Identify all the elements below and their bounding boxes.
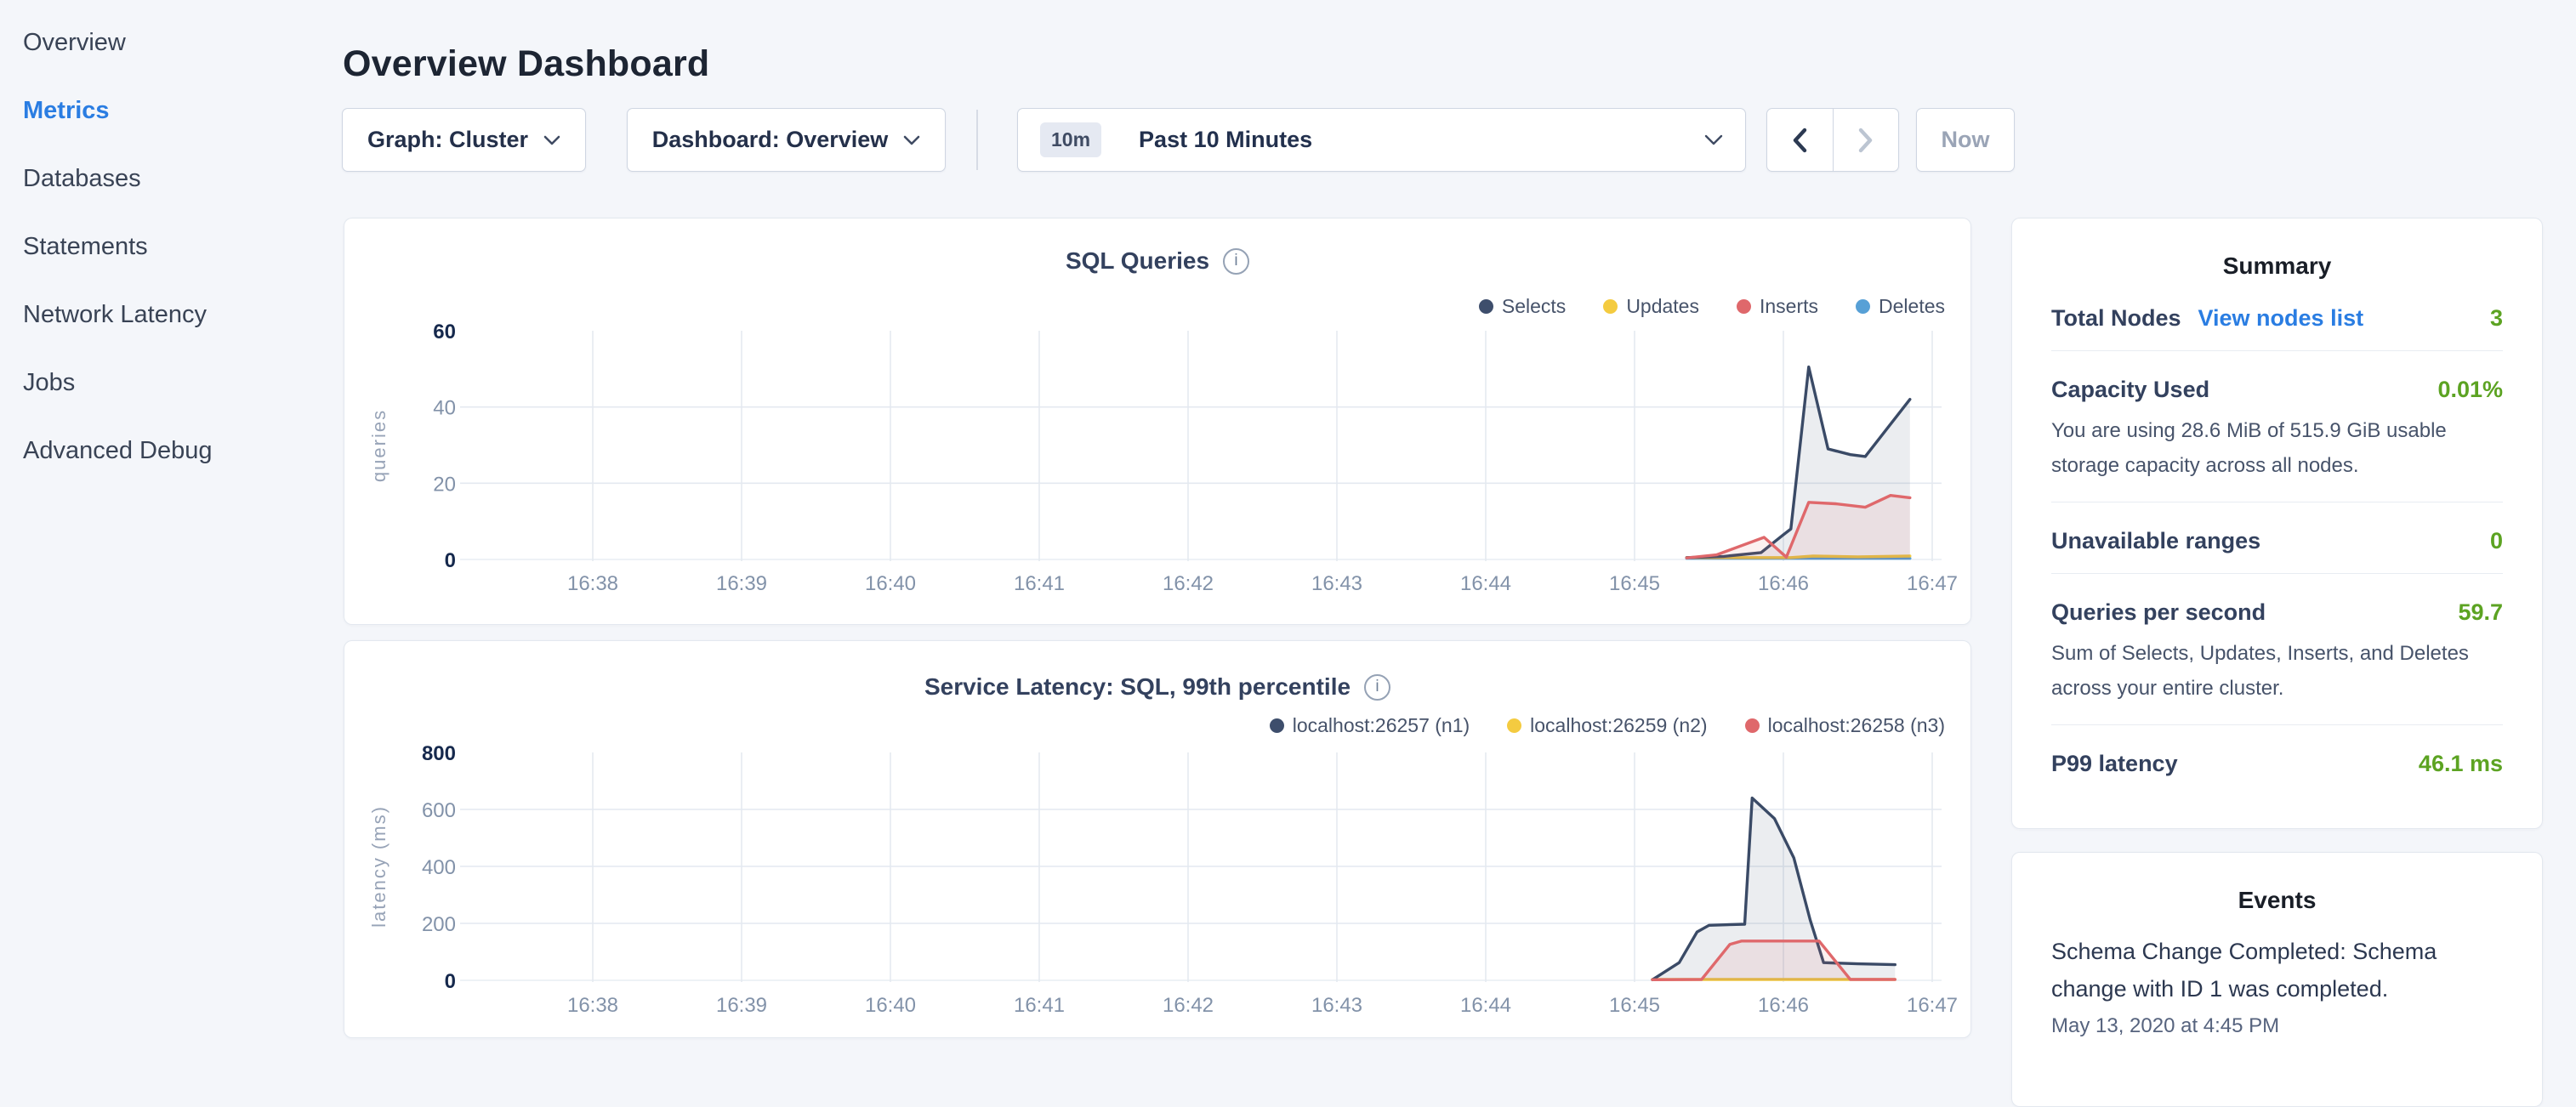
svg-text:16:43: 16:43 bbox=[1311, 994, 1362, 1017]
time-range-dropdown[interactable]: 10m Past 10 Minutes bbox=[1017, 108, 1746, 172]
svg-text:200: 200 bbox=[422, 913, 456, 936]
svg-text:16:40: 16:40 bbox=[865, 994, 916, 1017]
summary-row-label: Total Nodes bbox=[2051, 305, 2181, 332]
previous-timespan-button[interactable] bbox=[1767, 109, 1833, 171]
svg-text:800: 800 bbox=[422, 742, 456, 765]
sidebar-item-advanced-debug[interactable]: Advanced Debug bbox=[0, 417, 340, 485]
svg-text:16:42: 16:42 bbox=[1163, 994, 1214, 1017]
event-timestamp: May 13, 2020 at 4:45 PM bbox=[2051, 1014, 2503, 1038]
toolbar-divider bbox=[976, 110, 978, 170]
summary-row: Capacity Used 0.01% You are using 28.6 MiB… bbox=[2051, 351, 2503, 502]
sidebar-item-databases[interactable]: Databases bbox=[0, 145, 340, 213]
events-title: Events bbox=[2012, 887, 2542, 914]
summary-row-label: Capacity Used bbox=[2051, 377, 2209, 403]
page-title: Overview Dashboard bbox=[343, 43, 709, 85]
sidebar-item-label: Advanced Debug bbox=[23, 437, 213, 465]
sidebar-item-label: Jobs bbox=[23, 369, 75, 397]
view-nodes-list-link[interactable]: View nodes list bbox=[2198, 305, 2364, 332]
event-item[interactable]: Schema Change Completed: Schema change w… bbox=[2012, 914, 2542, 1038]
summary-row-description: You are using 28.6 MiB of 515.9 GiB usab… bbox=[2051, 413, 2503, 483]
summary-row: Queries per second 59.7 Sum of Selects, Up… bbox=[2051, 574, 2503, 725]
graph-dropdown[interactable]: Graph: Cluster bbox=[342, 108, 586, 172]
summary-row-label: Unavailable ranges bbox=[2051, 528, 2260, 554]
sidebar-item-metrics[interactable]: Metrics bbox=[0, 77, 340, 145]
svg-text:16:43: 16:43 bbox=[1311, 572, 1362, 595]
sql-queries-chart-card: SQL Queries SelectsUpdatesInsertsDeletes… bbox=[344, 218, 1971, 625]
sidebar-item-label: Network Latency bbox=[23, 301, 207, 329]
svg-text:0: 0 bbox=[445, 549, 456, 572]
svg-text:40: 40 bbox=[433, 397, 456, 420]
svg-text:16:45: 16:45 bbox=[1609, 572, 1660, 595]
summary-row: P99 latency 46.1 ms bbox=[2051, 725, 2503, 796]
summary-row-value: 3 bbox=[2490, 305, 2503, 332]
service-latency-chart-card: Service Latency: SQL, 99th percentile lo… bbox=[344, 640, 1971, 1038]
svg-text:16:44: 16:44 bbox=[1460, 572, 1511, 595]
svg-text:16:47: 16:47 bbox=[1907, 994, 1958, 1017]
svg-text:16:45: 16:45 bbox=[1609, 994, 1660, 1017]
time-range-badge: 10m bbox=[1040, 122, 1101, 157]
summary-row-value: 0.01% bbox=[2437, 377, 2503, 403]
sidebar-item-label: Overview bbox=[23, 29, 126, 57]
svg-text:16:47: 16:47 bbox=[1907, 572, 1958, 595]
summary-row-label: Queries per second bbox=[2051, 599, 2266, 626]
svg-text:latency (ms): latency (ms) bbox=[368, 805, 390, 928]
time-step-buttons bbox=[1766, 108, 1899, 172]
now-button-label: Now bbox=[1942, 127, 1990, 153]
sql-queries-chart[interactable]: 16:38 16:39 16:40 16:41 16:42 16:43 16:44 16:45… bbox=[344, 219, 1972, 626]
chevron-left-icon bbox=[1792, 128, 1807, 153]
svg-text:16:46: 16:46 bbox=[1758, 994, 1809, 1017]
svg-text:20: 20 bbox=[433, 473, 456, 496]
sidebar-item-network-latency[interactable]: Network Latency bbox=[0, 281, 340, 349]
svg-text:16:46: 16:46 bbox=[1758, 572, 1809, 595]
svg-text:60: 60 bbox=[433, 321, 456, 343]
svg-text:0: 0 bbox=[445, 970, 456, 993]
summary-row-value: 46.1 ms bbox=[2419, 751, 2503, 777]
event-text: Schema Change Completed: Schema change w… bbox=[2051, 933, 2503, 1008]
sidebar-item-label: Statements bbox=[23, 233, 148, 261]
svg-text:queries: queries bbox=[368, 409, 390, 482]
chevron-right-icon bbox=[1858, 128, 1874, 153]
svg-text:600: 600 bbox=[422, 799, 456, 822]
svg-text:16:44: 16:44 bbox=[1460, 994, 1511, 1017]
events-panel: Events Schema Change Completed: Schema c… bbox=[2011, 852, 2543, 1107]
sidebar-item-jobs[interactable]: Jobs bbox=[0, 349, 340, 417]
chevron-down-icon bbox=[903, 135, 920, 145]
svg-text:16:41: 16:41 bbox=[1014, 994, 1065, 1017]
dashboard-dropdown-label: Dashboard: Overview bbox=[652, 127, 889, 153]
now-button[interactable]: Now bbox=[1916, 108, 2015, 172]
svg-text:16:42: 16:42 bbox=[1163, 572, 1214, 595]
svg-text:400: 400 bbox=[422, 856, 456, 879]
summary-row-description: Sum of Selects, Updates, Inserts, and De… bbox=[2051, 636, 2503, 706]
summary-row: Unavailable ranges 0 bbox=[2051, 502, 2503, 574]
sidebar-item-label: Metrics bbox=[23, 97, 110, 125]
svg-text:16:38: 16:38 bbox=[567, 994, 618, 1017]
summary-row-label: P99 latency bbox=[2051, 751, 2178, 777]
svg-text:16:41: 16:41 bbox=[1014, 572, 1065, 595]
chevron-down-icon bbox=[1704, 134, 1723, 145]
svg-text:16:39: 16:39 bbox=[716, 572, 767, 595]
summary-panel: Summary Total Nodes View nodes list 3 Capac… bbox=[2011, 218, 2543, 829]
sidebar-item-label: Databases bbox=[23, 165, 141, 193]
sidebar: Overview Metrics Databases Statements Networ… bbox=[0, 0, 340, 1051]
sidebar-item-statements[interactable]: Statements bbox=[0, 213, 340, 281]
summary-row: Total Nodes View nodes list 3 bbox=[2051, 280, 2503, 351]
svg-text:16:39: 16:39 bbox=[716, 994, 767, 1017]
summary-row-value: 59.7 bbox=[2458, 599, 2503, 626]
time-range-label: Past 10 Minutes bbox=[1139, 127, 1312, 153]
sidebar-item-overview[interactable]: Overview bbox=[0, 9, 340, 77]
summary-title: Summary bbox=[2012, 253, 2542, 280]
summary-row-value: 0 bbox=[2490, 528, 2503, 554]
svg-text:16:38: 16:38 bbox=[567, 572, 618, 595]
graph-dropdown-label: Graph: Cluster bbox=[367, 127, 528, 153]
chevron-down-icon bbox=[543, 135, 560, 145]
next-timespan-button[interactable] bbox=[1833, 109, 1899, 171]
dashboard-dropdown[interactable]: Dashboard: Overview bbox=[627, 108, 946, 172]
service-latency-chart[interactable]: 16:38 16:39 16:40 16:41 16:42 16:43 16:44 16:45… bbox=[344, 641, 1972, 1039]
svg-text:16:40: 16:40 bbox=[865, 572, 916, 595]
